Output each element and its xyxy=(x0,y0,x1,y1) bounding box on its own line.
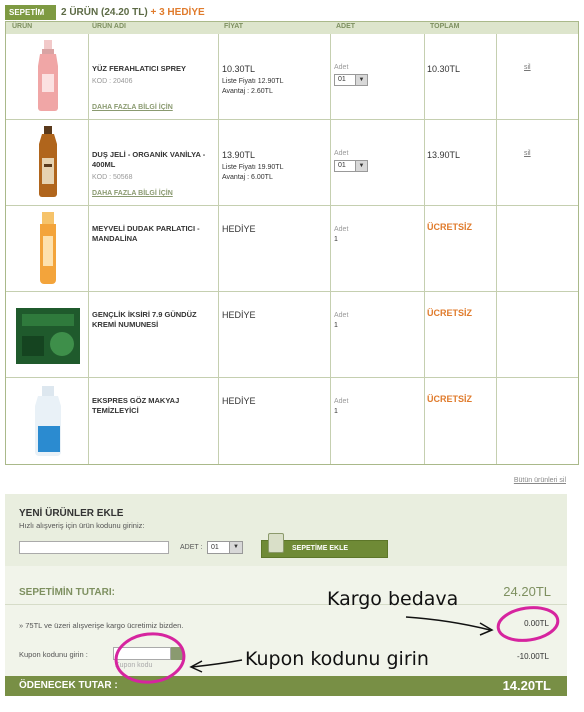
qty-value: 01 xyxy=(338,76,346,83)
cart-header: SEPETİM 2 ÜRÜN (24.20 TL) + 3 HEDİYE xyxy=(5,5,579,21)
product-price: HEDİYE xyxy=(222,396,256,406)
qty-value: 1 xyxy=(334,236,338,243)
qty-label: Adet xyxy=(334,398,349,405)
annotation-cargo: Kargo bedava xyxy=(327,588,459,610)
qty-label: Adet xyxy=(334,226,349,233)
col-product-name: ÜRÜN ADI xyxy=(92,23,126,30)
product-image-makeup-remover xyxy=(35,386,61,456)
qty-value: 1 xyxy=(334,408,338,415)
add-products-title: YENİ ÜRÜNLER EKLE xyxy=(19,508,124,519)
cart-row: DUŞ JELİ - ORGANİK VANİLYA - 400ML KOD :… xyxy=(6,120,578,206)
add-to-cart-label: SEPETİME EKLE xyxy=(292,545,349,552)
cart-column-headers: ÜRÜN ÜRÜN ADI FİYAT ADET TOPLAM xyxy=(6,22,578,34)
product-code-input[interactable] xyxy=(19,541,169,554)
cart-count: 2 ÜRÜN (24.20 TL) + 3 HEDİYE xyxy=(61,7,205,18)
qty-select[interactable]: 01 ▼ xyxy=(334,74,368,86)
cart-row: MEYVELİ DUDAK PARLATICI - MANDALİNA HEDİ… xyxy=(6,206,578,292)
product-price: HEDİYE xyxy=(222,310,256,320)
delete-link[interactable]: sil xyxy=(524,64,531,71)
qty-label: Adet xyxy=(334,312,349,319)
coupon-label: Kupon kodunu girin : xyxy=(19,650,88,659)
product-name: EKSPRES GÖZ MAKYAJ TEMİZLEYİCİ xyxy=(92,396,180,415)
qty-value: 1 xyxy=(334,322,338,329)
row-total: 13.90TL xyxy=(427,150,461,160)
coupon-submit-button[interactable] xyxy=(171,647,183,660)
cargo-info: » 75TL ve üzeri alışverişe kargo ücretim… xyxy=(19,621,184,630)
advantage: Avantaj : 6.00TL xyxy=(222,174,273,181)
cart-tag: SEPETİM xyxy=(5,5,56,20)
add-products-subtitle: Hızlı alışveriş için ürün kodunu giriniz… xyxy=(19,521,145,530)
list-price: Liste Fiyatı 19.90TL xyxy=(222,164,284,171)
payable-label: ÖDENECEK TUTAR : xyxy=(19,680,118,691)
qty-select[interactable]: 01 ▼ xyxy=(334,160,368,172)
add-qty-select[interactable]: 01 ▼ xyxy=(207,541,243,554)
coupon-input[interactable] xyxy=(113,647,171,660)
product-price: 13.90TL xyxy=(222,150,256,160)
list-price: Liste Fiyatı 12.90TL xyxy=(222,78,284,85)
chevron-down-icon[interactable]: ▼ xyxy=(229,542,242,553)
col-product: ÜRÜN xyxy=(12,23,33,30)
cart-row: EKSPRES GÖZ MAKYAJ TEMİZLEYİCİ HEDİYE Ad… xyxy=(6,378,578,464)
chevron-down-icon[interactable]: ▼ xyxy=(355,161,367,171)
add-qty-value: 01 xyxy=(211,544,219,551)
qty-label: Adet xyxy=(334,150,349,157)
cargo-amount: 0.00TL xyxy=(524,619,549,628)
add-qty-label: ADET : xyxy=(180,544,203,551)
product-name: MEYVELİ DUDAK PARLATICI - MANDALİNA xyxy=(92,224,200,243)
product-name[interactable]: DUŞ JELİ - ORGANİK VANİLYA - 400ML xyxy=(92,150,216,170)
chevron-down-icon[interactable]: ▼ xyxy=(355,75,367,85)
product-code: KOD : 50568 xyxy=(92,174,133,181)
summary-title: SEPETİMİN TUTARI: xyxy=(19,587,115,598)
payable-total-bar: ÖDENECEK TUTAR : 14.20TL xyxy=(5,676,567,696)
free-label: ÜCRETSİZ xyxy=(427,394,472,404)
product-image-shower-gel[interactable] xyxy=(16,124,80,200)
cart-table: ÜRÜN ÜRÜN ADI FİYAT ADET TOPLAM YÜZ FERA… xyxy=(5,21,579,465)
product-image-lip-gloss xyxy=(40,212,56,284)
product-price: HEDİYE xyxy=(222,224,256,234)
qty-value: 01 xyxy=(338,162,346,169)
product-image-spray[interactable] xyxy=(16,38,80,114)
annotation-coupon: Kupon kodunu girin xyxy=(245,648,429,670)
cart-count-text: 2 ÜRÜN (24.20 TL) xyxy=(61,7,148,18)
free-label: ÜCRETSİZ xyxy=(427,222,472,232)
delete-link[interactable]: sil xyxy=(524,150,531,157)
add-to-cart-button[interactable]: SEPETİME EKLE xyxy=(261,533,388,558)
gift-count-text: + 3 HEDİYE xyxy=(147,7,205,18)
add-products-panel: YENİ ÜRÜNLER EKLE Hızlı alışveriş için ü… xyxy=(5,494,567,566)
product-image-cream-sample xyxy=(16,308,80,364)
col-quantity: ADET xyxy=(336,23,356,30)
col-total: TOPLAM xyxy=(430,23,460,30)
summary-amount: 24.20TL xyxy=(503,584,551,599)
product-name[interactable]: YÜZ FERAHLATICI SPREY xyxy=(92,64,216,74)
shopping-bag-icon xyxy=(268,533,284,553)
delete-all-link[interactable]: Bütün ürünleri sil xyxy=(514,477,566,484)
row-total: 10.30TL xyxy=(427,64,461,74)
advantage: Avantaj : 2.60TL xyxy=(222,88,273,95)
product-name: GENÇLİK İKSİRİ 7.9 GÜNDÜZ KREMİ NUMUNESİ xyxy=(92,310,197,329)
cart-row: GENÇLİK İKSİRİ 7.9 GÜNDÜZ KREMİ NUMUNESİ… xyxy=(6,292,578,378)
coupon-amount: -10.00TL xyxy=(516,652,549,661)
product-code: KOD : 20406 xyxy=(92,78,133,85)
more-info-link[interactable]: DAHA FAZLA BİLGİ İÇİN xyxy=(92,190,173,197)
free-label: ÜCRETSİZ xyxy=(427,308,472,318)
coupon-hint: Kupon kodu xyxy=(115,662,153,669)
product-price: 10.30TL xyxy=(222,64,256,74)
qty-label: Adet xyxy=(334,64,349,71)
col-price: FİYAT xyxy=(224,23,244,30)
more-info-link[interactable]: DAHA FAZLA BİLGİ İÇİN xyxy=(92,104,173,111)
cart-row: YÜZ FERAHLATICI SPREY KOD : 20406 DAHA F… xyxy=(6,34,578,120)
payable-amount: 14.20TL xyxy=(502,678,551,693)
